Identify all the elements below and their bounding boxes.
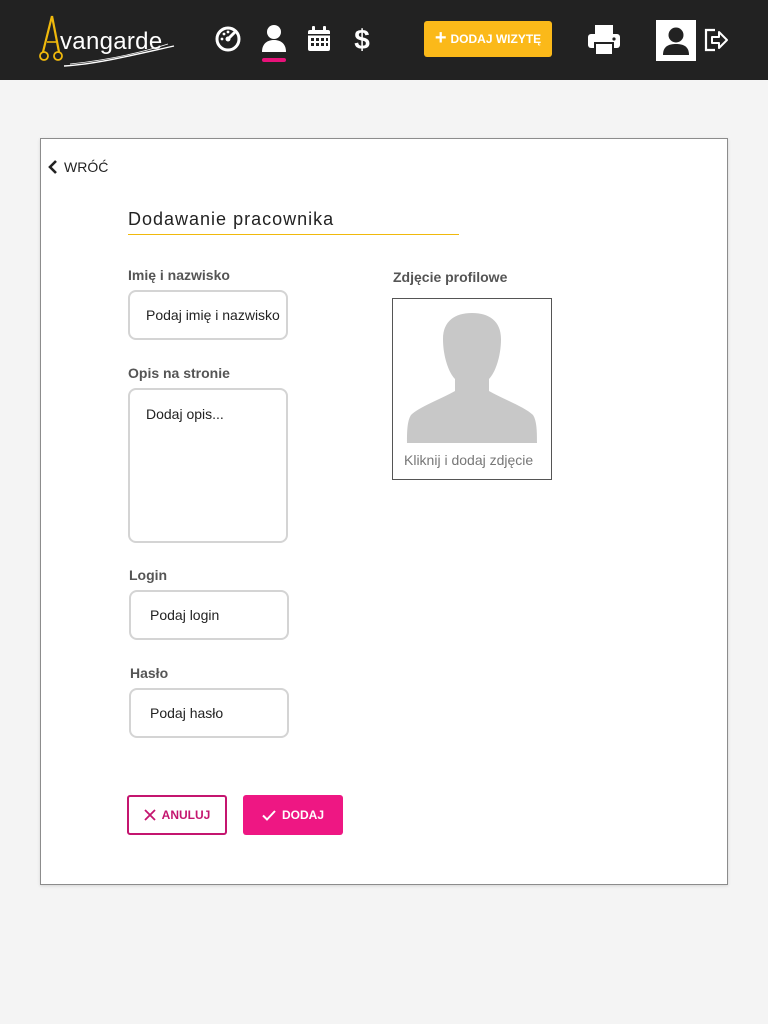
user-icon bbox=[663, 27, 689, 55]
add-employee-card: WRÓĆ Dodawanie pracownika Imię i nazwisk… bbox=[40, 138, 728, 885]
active-nav-indicator bbox=[262, 58, 286, 62]
user-avatar[interactable] bbox=[656, 20, 696, 61]
logout-button[interactable] bbox=[702, 26, 730, 54]
login-label: Login bbox=[129, 567, 168, 583]
name-label: Imię i nazwisko bbox=[128, 267, 230, 283]
avatar-silhouette-icon bbox=[407, 313, 537, 443]
logout-icon bbox=[704, 28, 728, 52]
calendar-icon bbox=[308, 26, 330, 51]
name-input[interactable] bbox=[128, 290, 288, 340]
close-icon bbox=[144, 809, 156, 821]
avangarde-logo[interactable]: vangarde bbox=[38, 14, 178, 70]
top-navigation-bar: vangarde $ + DODAJ WIZYTĘ bbox=[0, 0, 768, 80]
password-label: Hasło bbox=[130, 665, 169, 681]
printer-icon bbox=[588, 25, 620, 56]
dollar-icon: $ bbox=[354, 24, 370, 54]
checkmark-icon bbox=[262, 809, 276, 821]
profile-photo-upload[interactable]: Kliknij i dodaj zdjęcie bbox=[392, 298, 552, 480]
employees-nav-item[interactable] bbox=[259, 24, 289, 54]
password-input[interactable] bbox=[129, 688, 289, 738]
dashboard-nav-item[interactable] bbox=[213, 24, 243, 54]
add-visit-button[interactable]: + DODAJ WIZYTĘ bbox=[424, 21, 552, 57]
add-visit-label: DODAJ WIZYTĘ bbox=[450, 32, 542, 46]
logo-text: vangarde bbox=[60, 28, 163, 55]
submit-label: DODAJ bbox=[281, 808, 324, 822]
person-icon bbox=[262, 25, 286, 52]
speedometer-icon bbox=[215, 26, 241, 52]
back-link[interactable]: WRÓĆ bbox=[48, 159, 108, 175]
finance-nav-item[interactable]: $ bbox=[347, 24, 377, 54]
photo-label: Zdjęcie profilowe bbox=[393, 269, 508, 285]
login-input[interactable] bbox=[129, 590, 289, 640]
cancel-label: ANULUJ bbox=[161, 808, 211, 822]
chevron-left-icon bbox=[48, 160, 57, 174]
back-label: WRÓĆ bbox=[64, 159, 109, 175]
description-label: Opis na stronie bbox=[128, 365, 230, 381]
print-button[interactable] bbox=[586, 22, 622, 58]
plus-icon: + bbox=[434, 27, 447, 49]
page-title: Dodawanie pracownika bbox=[128, 209, 335, 229]
photo-caption: Kliknij i dodaj zdjęcie bbox=[404, 452, 534, 468]
calendar-nav-item[interactable] bbox=[304, 24, 334, 54]
submit-button[interactable]: DODAJ bbox=[243, 795, 343, 835]
svg-text:$: $ bbox=[354, 24, 370, 54]
title-underline bbox=[128, 234, 459, 235]
description-input[interactable] bbox=[128, 388, 288, 543]
cancel-button[interactable]: ANULUJ bbox=[127, 795, 227, 835]
